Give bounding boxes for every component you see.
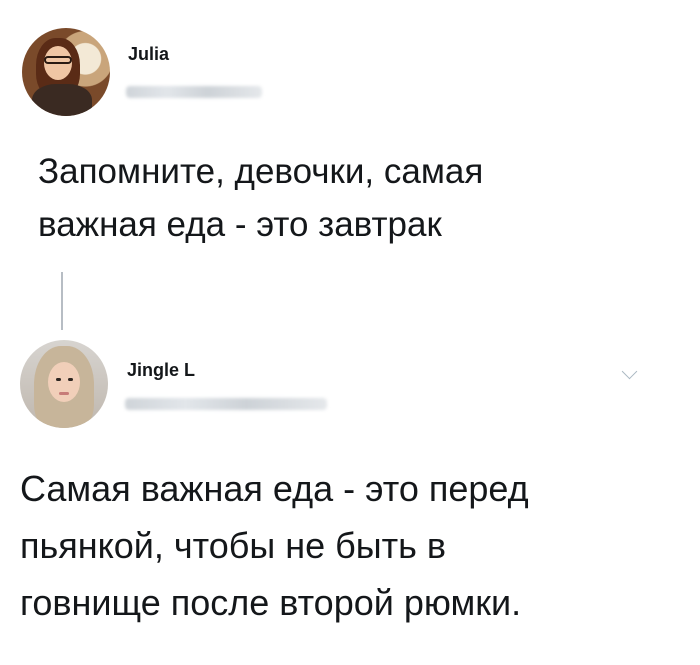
blurred-handle (125, 398, 327, 410)
author-name[interactable]: Jingle L (127, 360, 195, 381)
tweet-original: Julia Запомните, девочки, самая важная е… (0, 0, 700, 270)
blurred-handle (126, 86, 262, 98)
tweet-text: Самая важная еда - это перед пьянкой, чт… (20, 468, 529, 623)
chevron-down-icon[interactable] (621, 363, 638, 380)
avatar[interactable] (22, 28, 110, 116)
author-name[interactable]: Julia (128, 44, 169, 65)
tweet-text: Запомните, девочки, самая важная еда - э… (38, 152, 484, 244)
avatar[interactable] (20, 340, 108, 428)
tweet-reply: Jingle L Самая важная еда - это перед пь… (0, 320, 700, 665)
